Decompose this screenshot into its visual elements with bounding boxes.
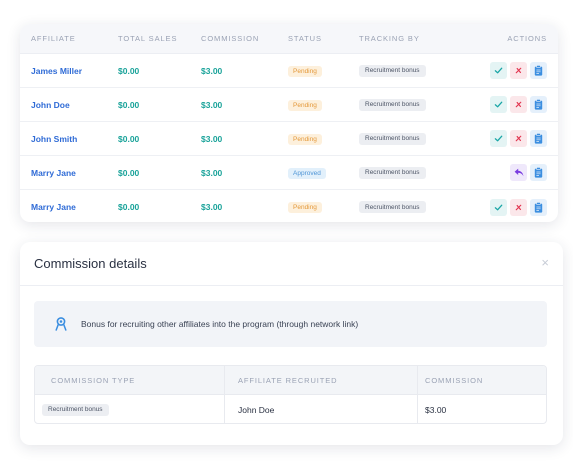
row-actions xyxy=(490,96,547,113)
affiliate-link[interactable]: John Smith xyxy=(31,134,77,144)
header-status[interactable]: STATUS xyxy=(288,34,322,43)
affiliate-link[interactable]: Marry Jane xyxy=(31,202,76,212)
row-actions xyxy=(490,198,547,216)
approve-button[interactable] xyxy=(490,130,507,147)
commission-details-table: COMMISSION TYPE AFFILIATE RECRUITED COMM… xyxy=(34,365,547,424)
undo-icon xyxy=(514,168,523,177)
row-actions xyxy=(490,62,547,79)
x-icon xyxy=(515,204,522,210)
check-icon xyxy=(494,101,503,108)
row-actions xyxy=(510,164,547,181)
header-commission: COMMISSION xyxy=(425,375,484,385)
tracking-tag: Recruitment bonus xyxy=(359,98,426,111)
clipboard-icon xyxy=(534,133,543,144)
table-row: Marry Jane $0.00 $3.00 Approved Recruitm… xyxy=(20,156,558,190)
tracking-tag: Recruitment bonus xyxy=(359,64,426,77)
table-row: Recruitment bonus John Doe $3.00 xyxy=(35,395,546,423)
status-badge: Approved xyxy=(288,167,326,179)
status-badge: Pending xyxy=(288,133,322,145)
x-icon xyxy=(515,67,522,74)
total-sales-value: $0.00 xyxy=(118,202,140,212)
table-row: John Doe $0.00 $3.00 Pending Recruitment… xyxy=(20,88,558,122)
commission-type-tag: Recruitment bonus xyxy=(42,403,109,416)
total-sales-value: $0.00 xyxy=(118,133,140,144)
commission-value: $3.00 xyxy=(201,99,223,110)
table-header: AFFILIATE TOTAL SALES COMMISSION STATUS … xyxy=(20,24,558,54)
modal-title: Commission details xyxy=(34,256,147,271)
commission-value: $3.00 xyxy=(201,65,223,76)
total-sales-value: $0.00 xyxy=(118,167,140,178)
approve-button[interactable] xyxy=(490,96,507,113)
affiliate-link[interactable]: James Miller xyxy=(31,66,82,76)
table-header: COMMISSION TYPE AFFILIATE RECRUITED COMM… xyxy=(35,366,546,395)
details-button[interactable] xyxy=(530,130,547,147)
commission-value: $3.00 xyxy=(425,404,447,415)
commission-value: $3.00 xyxy=(201,167,223,178)
header-affiliate-recruited: AFFILIATE RECRUITED xyxy=(225,366,418,394)
header-commission-type: COMMISSION TYPE xyxy=(35,366,225,394)
check-icon xyxy=(494,135,503,142)
info-text: Bonus for recruiting other affiliates in… xyxy=(81,319,359,329)
clipboard-icon xyxy=(534,65,543,76)
commission-details-modal: Commission details × Bonus for recruitin… xyxy=(20,242,563,445)
x-icon xyxy=(515,135,522,142)
reject-button[interactable] xyxy=(510,130,527,147)
tracking-tag: Recruitment bonus xyxy=(359,132,426,145)
approve-button[interactable] xyxy=(490,62,507,79)
close-icon[interactable]: × xyxy=(541,255,549,270)
modal-header: Commission details × xyxy=(20,242,563,286)
info-box: Bonus for recruiting other affiliates in… xyxy=(34,301,547,347)
tracking-tag: Recruitment bonus xyxy=(359,166,426,179)
check-icon xyxy=(494,67,503,74)
status-badge: Pending xyxy=(288,65,322,77)
tracking-tag: Recruitment bonus xyxy=(359,201,426,214)
affiliates-table: AFFILIATE TOTAL SALES COMMISSION STATUS … xyxy=(20,24,558,222)
clipboard-icon xyxy=(534,167,543,178)
commission-value: $3.00 xyxy=(201,133,223,144)
status-badge: Pending xyxy=(288,99,322,111)
commission-value: $3.00 xyxy=(201,202,223,212)
header-actions: ACTIONS xyxy=(507,34,547,43)
table-row: John Smith $0.00 $3.00 Pending Recruitme… xyxy=(20,122,558,156)
row-actions xyxy=(490,130,547,147)
undo-button[interactable] xyxy=(510,164,527,181)
header-commission[interactable]: COMMISSION xyxy=(201,34,259,43)
clipboard-icon xyxy=(534,99,543,110)
table-row: Marry Jane $0.00 $3.00 Pending Recruitme… xyxy=(20,190,558,222)
details-button[interactable] xyxy=(530,164,547,181)
reject-button[interactable] xyxy=(510,198,527,216)
affiliate-link[interactable]: John Doe xyxy=(31,100,70,110)
reject-button[interactable] xyxy=(510,62,527,79)
details-button[interactable] xyxy=(530,198,547,216)
table-row: James Miller $0.00 $3.00 Pending Recruit… xyxy=(20,54,558,88)
affiliate-recruited-value: John Doe xyxy=(225,395,418,423)
approve-button[interactable] xyxy=(490,198,507,216)
total-sales-value: $0.00 xyxy=(118,99,140,110)
status-badge: Pending xyxy=(288,202,322,213)
check-icon xyxy=(494,204,503,210)
reject-button[interactable] xyxy=(510,96,527,113)
details-button[interactable] xyxy=(530,96,547,113)
details-button[interactable] xyxy=(530,62,547,79)
map-pin-icon xyxy=(55,317,67,331)
header-affiliate[interactable]: AFFILIATE xyxy=(31,34,76,43)
total-sales-value: $0.00 xyxy=(118,65,140,76)
header-tracking-by[interactable]: TRACKING BY xyxy=(359,34,420,43)
header-total-sales[interactable]: TOTAL SALES xyxy=(118,34,177,43)
affiliate-link[interactable]: Marry Jane xyxy=(31,168,76,178)
x-icon xyxy=(515,101,522,108)
clipboard-icon xyxy=(534,201,543,213)
